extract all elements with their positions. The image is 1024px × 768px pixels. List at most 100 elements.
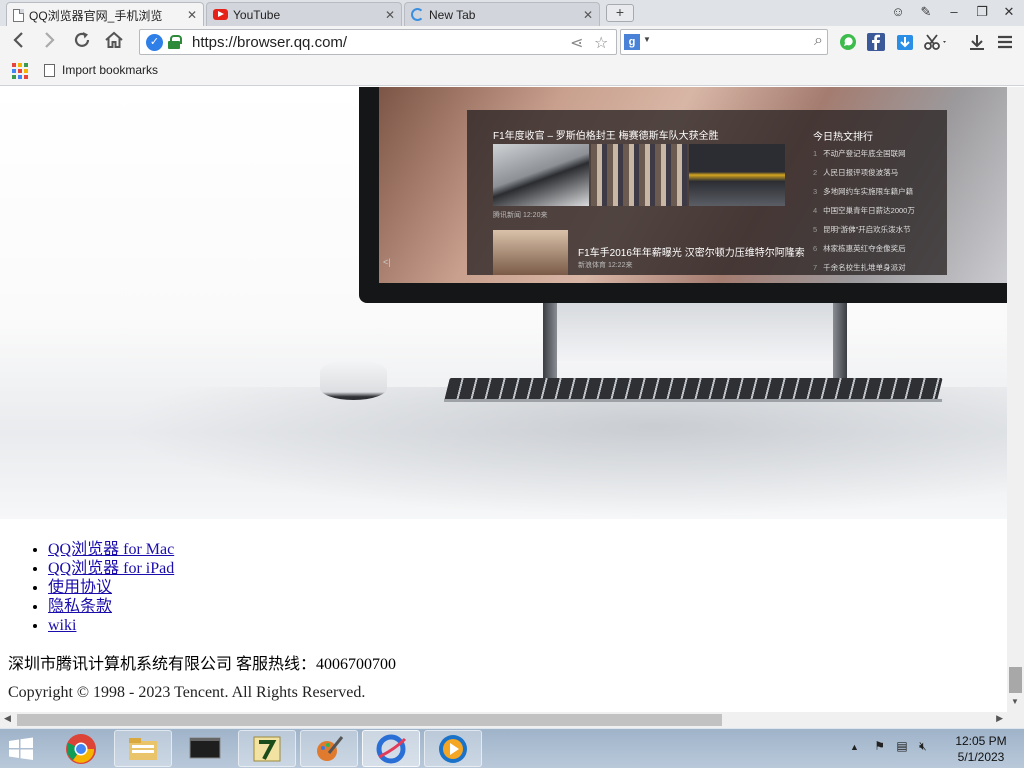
bookmarks-bar: Import bookmarks: [0, 58, 1024, 86]
pin-icon[interactable]: ✎: [913, 2, 939, 22]
action-center-flag-icon[interactable]: ⚑: [874, 739, 885, 753]
lock-icon: [168, 35, 182, 49]
apps-grid-icon[interactable]: [12, 63, 28, 79]
news-source: 腾讯新闻 12:20来: [493, 212, 548, 219]
search-engine-icon[interactable]: g: [624, 34, 640, 50]
show-hidden-icons-icon[interactable]: ▲: [850, 742, 859, 752]
url-text[interactable]: https://browser.qq.com/: [192, 34, 347, 51]
terminal-icon: [189, 737, 221, 758]
document-icon: [44, 63, 55, 77]
close-tab-icon[interactable]: ✕: [583, 8, 593, 22]
taskbar-file-explorer[interactable]: [114, 730, 172, 767]
close-tab-icon[interactable]: ✕: [385, 8, 395, 22]
tab-qq-browser[interactable]: QQ浏览器官网_手机浏览 ✕: [6, 2, 204, 27]
company-info: 深圳市腾讯计算机系统有限公司 客服热线：4006700700: [8, 656, 397, 673]
list-item: wiki: [48, 616, 174, 635]
collapse-arrow-icon: <|: [383, 257, 391, 267]
volume-muted-icon[interactable]: 🔇︎: [919, 739, 927, 753]
hot-list-item: 4 中国空巢青年日薪达2000万: [813, 206, 915, 215]
scroll-down-arrow-icon[interactable]: ▼: [1011, 697, 1019, 706]
system-tray: ▲ ⚑ ▤ 🔇︎: [850, 739, 927, 754]
monitor-stand: [557, 301, 833, 361]
qq-browser-icon: [376, 734, 407, 763]
hot-list-item: 3 多地网约车实施限车籍户籍: [813, 187, 914, 196]
address-bar[interactable]: ✓ https://browser.qq.com/ ⋖ ☆: [139, 29, 617, 55]
chat-icon[interactable]: ☺: [885, 2, 911, 22]
news-photo-racecar: [493, 144, 589, 206]
start-button[interactable]: [6, 735, 40, 763]
tab-strip: QQ浏览器官网_手机浏览 ✕ YouTube ✕ New Tab ✕ + ☺ ✎…: [0, 0, 1024, 27]
monitor-screen: F1年度收官 – 罗斯伯格封王 梅赛德斯车队大获全胜 腾讯新闻 12:20来 F…: [379, 87, 1007, 283]
downloads-icon[interactable]: [967, 32, 987, 52]
link-privacy-policy[interactable]: 隐私条款: [48, 598, 112, 615]
share-icon[interactable]: ⋖: [570, 33, 583, 53]
taskbar-media-player[interactable]: [424, 730, 482, 767]
hot-list-item: 5 昆明“游佛”开启欢乐泼水节: [813, 225, 911, 234]
forward-arrow-icon: [45, 32, 55, 48]
system-clock[interactable]: 12:05 PM 5/1/2023: [950, 733, 1012, 765]
scroll-right-arrow-icon[interactable]: ▶: [996, 713, 1003, 724]
hot-list-item: 1 不动产登记年底全国联网: [813, 149, 906, 158]
tab-title: New Tab: [429, 7, 476, 22]
taskbar-terminal[interactable]: [176, 730, 234, 767]
hot-list-item: 6 林家栋惠英红夺金像奖后: [813, 244, 906, 253]
tab-title: QQ浏览器官网_手机浏览: [29, 8, 163, 23]
security-shield-icon: ✓: [146, 34, 163, 51]
whatsapp-icon[interactable]: [838, 32, 858, 52]
file-explorer-icon: [129, 737, 157, 760]
taskbar-7zip[interactable]: [238, 730, 296, 767]
taskbar-qq-browser[interactable]: [362, 730, 420, 767]
news-panel: F1年度收官 – 罗斯伯格封王 梅赛德斯车队大获全胜 腾讯新闻 12:20来 F…: [467, 110, 947, 275]
search-icon[interactable]: ⌕: [814, 32, 823, 50]
screenshot-scissors-icon[interactable]: [923, 32, 946, 52]
tab-title: YouTube: [233, 7, 281, 22]
network-icon[interactable]: ▤: [896, 739, 907, 753]
list-item: 使用协议: [48, 578, 174, 597]
link-terms-of-use[interactable]: 使用协议: [48, 579, 112, 596]
minimize-button[interactable]: –: [941, 2, 967, 22]
tab-new-tab[interactable]: New Tab ✕: [404, 2, 600, 26]
scroll-left-arrow-icon[interactable]: ◀: [4, 713, 11, 724]
search-box[interactable]: g ▼ ⌕: [620, 29, 828, 55]
import-bookmarks-link[interactable]: Import bookmarks: [44, 63, 158, 77]
back-button[interactable]: [6, 30, 32, 54]
restore-button[interactable]: ❐: [969, 2, 995, 22]
page-content: F1年度收官 – 罗斯伯格封王 梅赛德斯车队大获全胜 腾讯新闻 12:20来 F…: [0, 87, 1007, 712]
facebook-icon[interactable]: [866, 32, 886, 52]
news-photo-pirelli: [689, 144, 785, 206]
windows-logo-icon: [9, 737, 33, 760]
download-helper-icon[interactable]: [895, 32, 915, 52]
import-bookmarks-label: Import bookmarks: [62, 63, 159, 77]
home-button[interactable]: [101, 30, 127, 54]
bookmark-star-icon[interactable]: ☆: [594, 33, 608, 53]
link-wiki[interactable]: wiki: [48, 617, 76, 634]
horizontal-scrollbar[interactable]: ◀ ▶: [0, 712, 1007, 728]
hot-list-item: 7 千余名校生扎堆单身派对: [813, 263, 906, 272]
monitor-image: F1年度收官 – 罗斯伯格封王 梅赛德斯车队大获全胜 腾讯新闻 12:20来 F…: [359, 87, 1007, 303]
back-arrow-icon: [13, 32, 23, 48]
chevron-down-icon[interactable]: ▼: [643, 35, 651, 44]
youtube-icon: [213, 9, 228, 20]
link-qq-browser-ipad[interactable]: QQ浏览器 for iPad: [48, 560, 174, 577]
new-tab-button[interactable]: +: [606, 4, 634, 22]
vertical-scrollbar[interactable]: ▼: [1007, 87, 1024, 712]
close-window-button[interactable]: ✕: [996, 2, 1022, 22]
news-source-2: 新浪体育 12:22来: [578, 262, 633, 269]
forward-button[interactable]: [36, 30, 62, 54]
news-headline: F1年度收官 – 罗斯伯格封王 梅赛德斯车队大获全胜: [493, 131, 719, 142]
tab-youtube[interactable]: YouTube ✕: [206, 2, 402, 26]
taskbar-chrome[interactable]: [52, 730, 110, 767]
list-item: 隐私条款: [48, 597, 174, 616]
navigation-toolbar: ✓ https://browser.qq.com/ ⋖ ☆ g ▼ ⌕: [0, 26, 1024, 58]
hot-list-item: 2 人民日报评项俊波落马: [813, 168, 899, 177]
media-player-icon: [439, 734, 467, 763]
menu-icon[interactable]: [995, 32, 1015, 52]
scrollbar-thumb[interactable]: [17, 714, 722, 726]
copyright-text: Copyright © 1998 - 2023 Tencent. All Rig…: [8, 684, 366, 701]
scrollbar-thumb[interactable]: [1009, 667, 1022, 693]
list-item: QQ浏览器 for Mac: [48, 540, 174, 559]
reload-button[interactable]: [69, 30, 95, 54]
close-tab-icon[interactable]: ✕: [187, 8, 197, 22]
taskbar-paint[interactable]: [300, 730, 358, 767]
link-qq-browser-mac[interactable]: QQ浏览器 for Mac: [48, 541, 174, 558]
